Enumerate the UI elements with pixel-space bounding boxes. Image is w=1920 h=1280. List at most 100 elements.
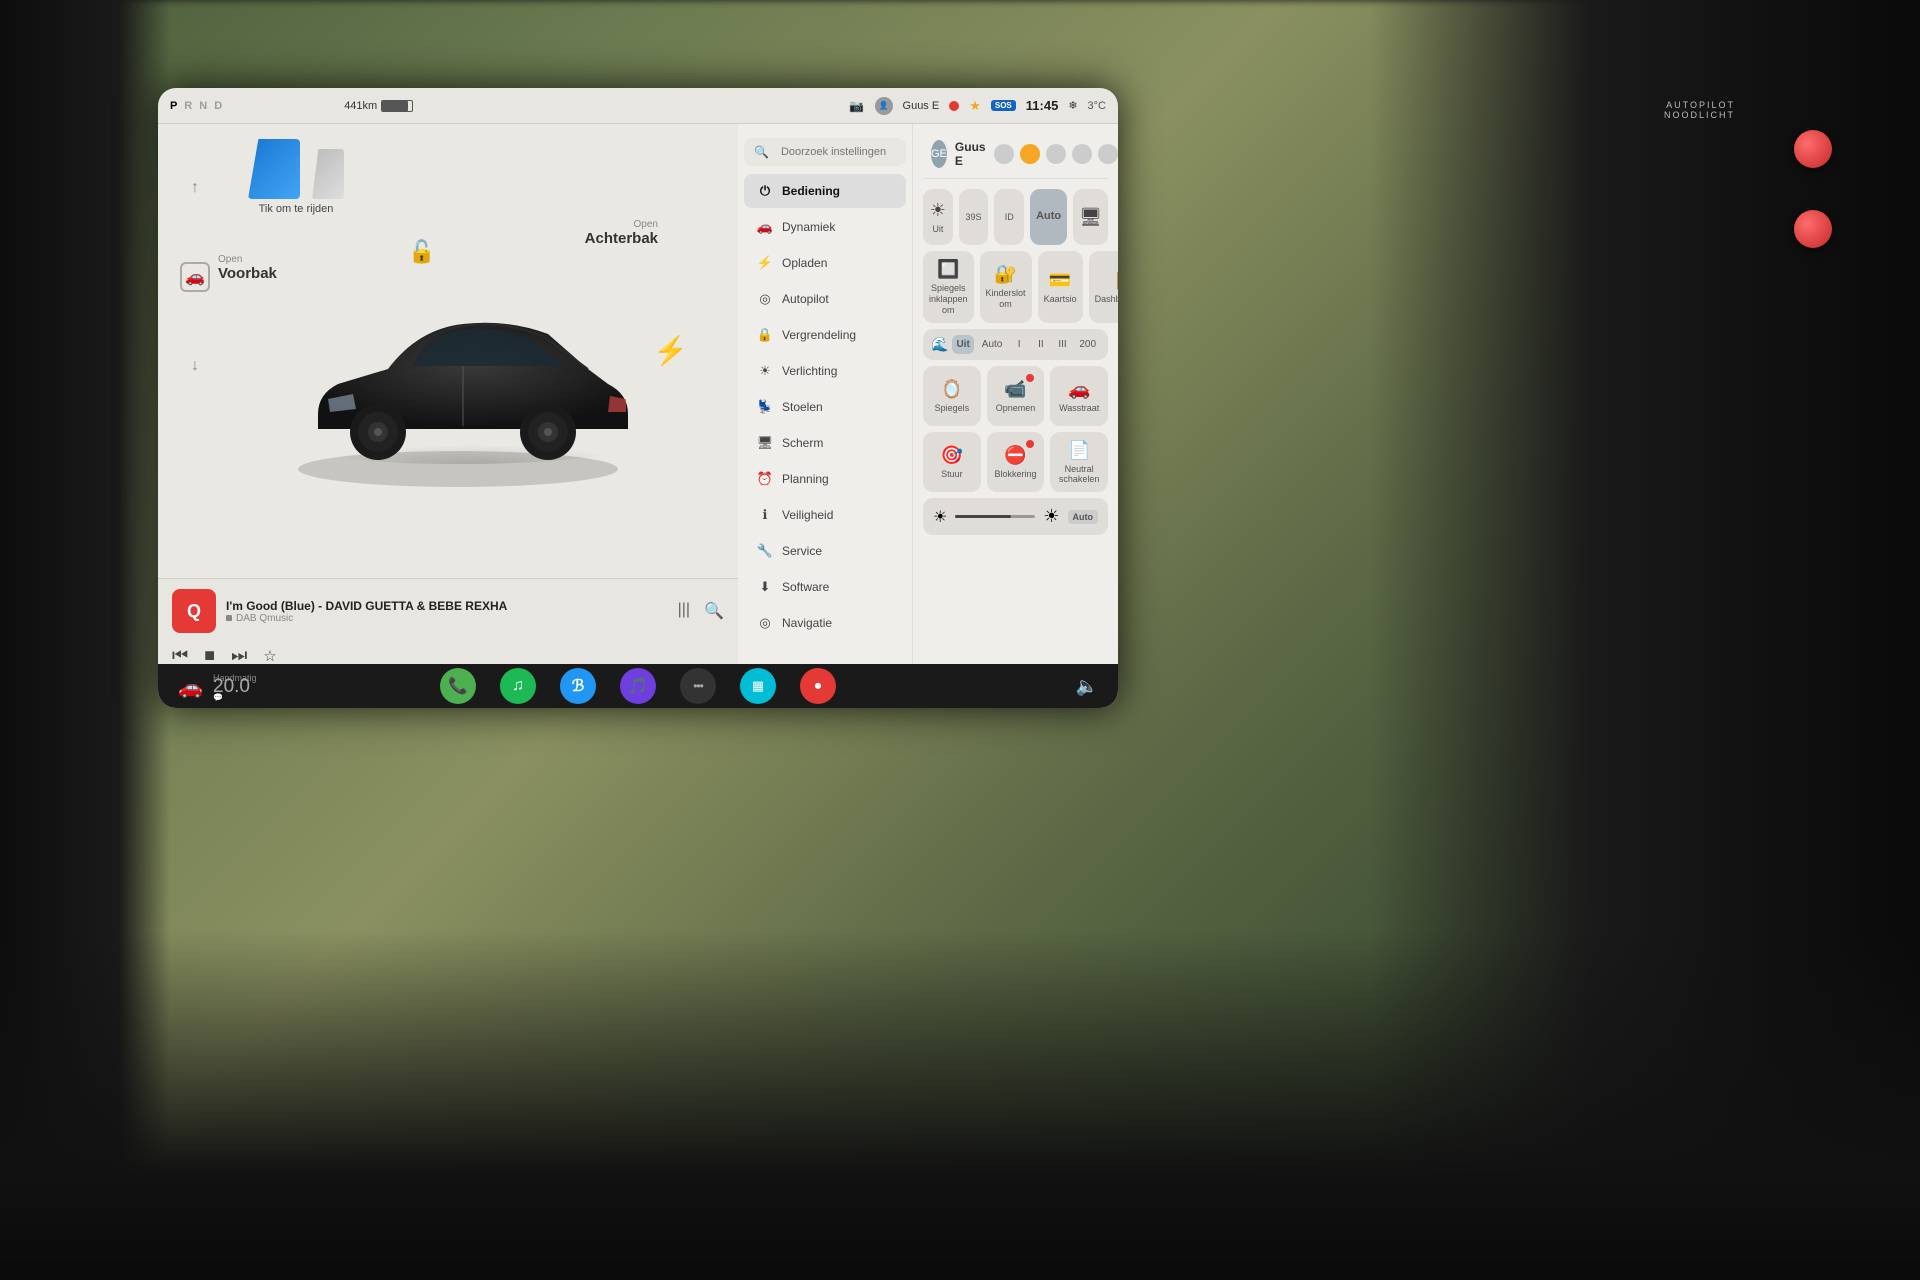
chat-icon: 💬 xyxy=(213,693,223,702)
settings-user-header: GE Guus E xyxy=(923,134,1108,179)
display-btn-screen[interactable]: 🖥 xyxy=(1073,189,1108,245)
display-uit-label: Uit xyxy=(932,224,943,235)
taskbar-phone[interactable]: 📞 xyxy=(440,668,476,704)
taskbar-media[interactable]: 🎵 xyxy=(620,668,656,704)
user-dot-1[interactable] xyxy=(994,144,1014,164)
user-dot-2[interactable] xyxy=(1020,144,1040,164)
arrow-down-btn[interactable]: ↓ xyxy=(181,352,209,380)
display-btn-39s[interactable]: 39S xyxy=(959,189,989,245)
glovebox-label: Dashboardkast xyxy=(1095,294,1118,305)
nav-item-verlichting[interactable]: ☀ Verlichting xyxy=(744,354,906,388)
next-button[interactable]: ⏭ xyxy=(231,645,247,666)
display-btn-id[interactable]: ID xyxy=(994,189,1024,245)
childlock-btn[interactable]: 🔐 Kinderslot om xyxy=(980,251,1032,323)
user-dot-5[interactable] xyxy=(1098,144,1118,164)
glovebox-btn[interactable]: 📋 Dashboardkast xyxy=(1089,251,1118,323)
settings-search-input[interactable] xyxy=(781,146,896,158)
time-display: 11:45 xyxy=(1026,98,1059,113)
carwash-btn[interactable]: 🚗 Wasstraat xyxy=(1050,366,1108,426)
favorite-button[interactable]: ☆ xyxy=(263,647,276,665)
nav-item-opladen[interactable]: ⚡ Opladen xyxy=(744,246,906,280)
glovebox-icon: 📋 xyxy=(1114,270,1118,291)
taskbar-rec[interactable]: ⏺ xyxy=(800,668,836,704)
volume-control[interactable]: 🔈 xyxy=(1076,676,1098,697)
nav-item-scherm[interactable]: 🖥 Scherm xyxy=(744,426,906,460)
gear-indicator: P R N D xyxy=(170,100,224,112)
user-dot-3[interactable] xyxy=(1046,144,1066,164)
gear-r: R xyxy=(184,100,194,112)
nav-item-planning[interactable]: ⏰ Planning xyxy=(744,462,906,496)
media-top: Q I'm Good (Blue) - DAVID GUETTA & BEBE … xyxy=(172,589,724,633)
nav-label-software: Software xyxy=(782,580,829,594)
nav-icon-dynamiek: 🚗 xyxy=(756,219,774,235)
physical-button-1[interactable] xyxy=(1794,130,1832,168)
physical-button-2[interactable] xyxy=(1794,210,1832,248)
taskbar-widget[interactable]: ▦ xyxy=(740,668,776,704)
wiper-btn-3[interactable]: III xyxy=(1054,335,1072,354)
tesla-screen: P R N D 441km 📷 👤 Guus E ★ SOS 11:45 ❄ 3… xyxy=(158,88,1118,708)
taskbar-bluetooth[interactable]: ℬ xyxy=(560,668,596,704)
rec-indicator-blokkering xyxy=(1026,440,1034,448)
nav-label-dynamiek: Dynamiek xyxy=(782,220,835,234)
childlock-label: Kinderslot om xyxy=(986,288,1026,310)
wiper-btn-uit[interactable]: Uit xyxy=(952,335,973,354)
user-dot-4[interactable] xyxy=(1072,144,1092,164)
brightness-slider[interactable] xyxy=(955,515,1035,518)
display-btn-uit[interactable]: ☀ Uit xyxy=(923,189,953,245)
nav-item-bediening[interactable]: ⏻ Bediening xyxy=(744,174,906,208)
nav-icon-veiligheid: ℹ xyxy=(756,507,774,523)
mirrors-fold-btn[interactable]: 🔲 Spiegels inklappen om xyxy=(923,251,974,323)
nav-icon-vergrendeling: 🔒 xyxy=(756,327,774,343)
blokkering-btn[interactable]: ⛔ Blokkering xyxy=(987,432,1045,492)
neutral-btn[interactable]: 📄 Neutral schakelen xyxy=(1050,432,1108,492)
right-panel: 🔍 ⏻ Bediening 🚗 Dynamiek ⚡ Opladen ◎ Aut… xyxy=(738,124,1118,708)
neutral-icon: 📄 xyxy=(1068,440,1090,461)
car-svg xyxy=(268,254,648,494)
media-logo-text: Q xyxy=(187,601,201,622)
record-btn[interactable]: 📹 Opnemen xyxy=(987,366,1045,426)
keycard-btn[interactable]: 💳 Kaartsio xyxy=(1038,251,1083,323)
nav-item-autopilot[interactable]: ◎ Autopilot xyxy=(744,282,906,316)
nav-item-vergrendeling[interactable]: 🔒 Vergrendeling xyxy=(744,318,906,352)
steer-btn[interactable]: 🎯 Stuur xyxy=(923,432,981,492)
stop-button[interactable]: ■ xyxy=(204,645,215,666)
widget-icon: ▦ xyxy=(752,678,764,694)
wiper-gray-icon xyxy=(312,149,344,199)
nav-item-software[interactable]: ⬇ Software xyxy=(744,570,906,604)
wiper-btn-2[interactable]: II xyxy=(1032,335,1050,354)
mirror-btn[interactable]: 🪞 Spiegels xyxy=(923,366,981,426)
nav-label-opladen: Opladen xyxy=(782,256,827,270)
settings-search[interactable]: 🔍 xyxy=(744,138,906,166)
mirror-camera-row: 🪞 Spiegels 📹 Opnemen 🚗 Wasstraat xyxy=(923,366,1108,426)
wiper-btn-200[interactable]: 200 xyxy=(1075,335,1100,354)
steer-row: 🎯 Stuur ⛔ Blokkering 📄 Neutral schakelen xyxy=(923,432,1108,492)
nav-item-veiligheid[interactable]: ℹ Veiligheid xyxy=(744,498,906,532)
battery-bar xyxy=(381,100,413,112)
wiper-area[interactable]: Tik om te rijden xyxy=(248,139,344,215)
arrow-up-btn[interactable]: ↑ xyxy=(181,174,209,202)
carwash-label: Wasstraat xyxy=(1059,403,1099,413)
taskbar-spotify[interactable]: ♫ xyxy=(500,668,536,704)
childlock-icon: 🔐 xyxy=(994,264,1016,285)
user-initials: GE xyxy=(931,148,947,160)
taskbar-more[interactable]: ••• xyxy=(680,668,716,704)
wiper-btn-1[interactable]: I xyxy=(1010,335,1028,354)
equalizer-icon[interactable]: ||| xyxy=(678,601,690,621)
wiper-btn-auto[interactable]: Auto xyxy=(978,335,1007,354)
wiper-control-row: 🌊 Uit Auto I II III 200 xyxy=(923,329,1108,360)
prnd-display: P R N D xyxy=(170,100,224,112)
volume-icon-taskbar: 🔈 xyxy=(1076,676,1098,696)
brightness-auto[interactable]: Auto xyxy=(1068,510,1099,524)
nav-item-dynamiek[interactable]: 🚗 Dynamiek xyxy=(744,210,906,244)
search-icon[interactable]: 🔍 xyxy=(704,601,724,621)
nav-item-service[interactable]: 🔧 Service xyxy=(744,534,906,568)
display-btn-auto[interactable]: Auto xyxy=(1030,189,1067,245)
prev-button[interactable]: ⏮ xyxy=(172,645,188,666)
nav-item-navigatie[interactable]: ◎ Navigatie xyxy=(744,606,906,640)
rec-indicator xyxy=(949,101,959,111)
nav-item-stoelen[interactable]: 💺 Stoelen xyxy=(744,390,906,424)
blokkering-label: Blokkering xyxy=(994,469,1036,479)
battery-fill xyxy=(382,101,408,111)
status-right: 📷 👤 Guus E ★ SOS 11:45 ❄ 3°C xyxy=(849,97,1106,115)
screen-label-right: AUTOPILOTNOODLICHT xyxy=(1664,100,1735,120)
